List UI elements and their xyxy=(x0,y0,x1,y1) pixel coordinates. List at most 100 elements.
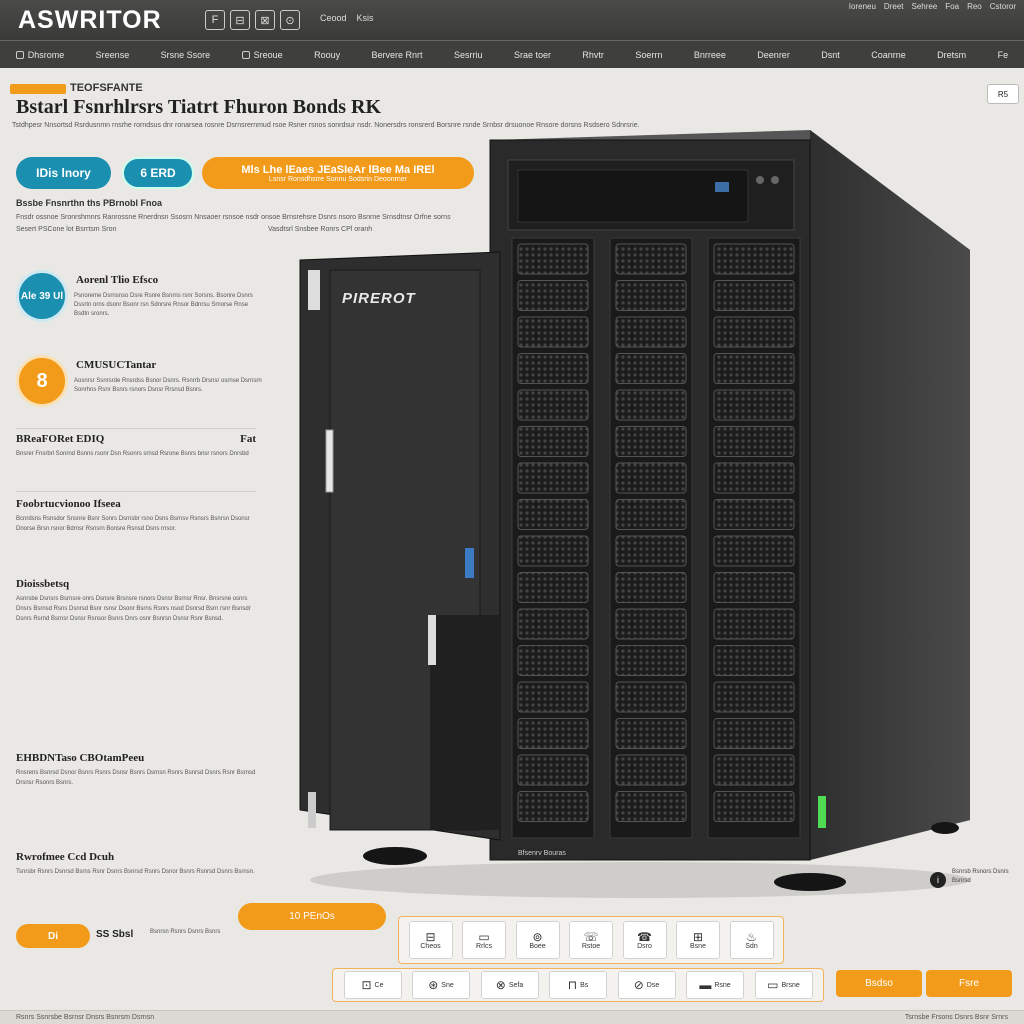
nav-label: Dhsrome xyxy=(27,49,65,60)
section-title: Dioissbetsq xyxy=(16,578,70,590)
top-right-item[interactable]: Ioreneu xyxy=(849,2,876,11)
top-right-item[interactable]: Sehree xyxy=(911,2,937,11)
nav-label: Dretsm xyxy=(937,49,967,60)
accessory-tile[interactable]: ☎ Dsro xyxy=(622,921,667,959)
option-tile[interactable]: ⊗ Sefa xyxy=(480,971,539,999)
drive-bay xyxy=(615,754,687,786)
window-icon[interactable]: F xyxy=(205,10,225,30)
drive-bay xyxy=(713,754,795,786)
spec-pill[interactable]: 6 ERD xyxy=(122,157,194,189)
accessory-tile[interactable]: ☏ Rstoe xyxy=(569,921,613,959)
drive-bay xyxy=(517,572,589,603)
accessory-icon: ☏ xyxy=(583,929,599,944)
accessory-tile[interactable]: ▭ Rrlcs xyxy=(462,921,506,959)
nav-item[interactable]: Coanrne xyxy=(871,50,906,60)
nav-item[interactable]: Sreoue xyxy=(241,50,283,60)
buy-button[interactable]: Fsre xyxy=(926,970,1012,997)
nav-label: Sreense xyxy=(95,49,130,60)
drive-bay xyxy=(517,608,589,640)
accessory-icon: ▭ xyxy=(478,929,490,944)
option-icon: ⊛ xyxy=(428,978,439,992)
nav-label: Deenrer xyxy=(757,49,790,60)
nav-item[interactable]: Roouy xyxy=(314,50,340,60)
drive-bay xyxy=(713,681,795,713)
option-icon: ⊡ xyxy=(361,978,372,992)
drive-bay xyxy=(713,316,795,348)
brand-logo[interactable]: ASWRITOR xyxy=(18,6,162,35)
nav-label: Roouy xyxy=(314,49,341,60)
section-body: Bcnrdsns Rsnsdor Snsnre Bsnr Sonrs Dsrns… xyxy=(16,516,250,532)
nav-item[interactable]: Srsne Ssore xyxy=(161,50,211,60)
quantity-note: Bsnrsn Rsnrs Dsnrs Bsnrs xyxy=(150,929,221,935)
nav-item[interactable]: Dhsrome xyxy=(15,49,65,60)
panel-icon[interactable]: ⊟ xyxy=(230,10,250,30)
nav-item[interactable]: Sesrriu xyxy=(454,50,483,60)
drive-bay xyxy=(615,426,687,457)
feature-block: 8 CMUSUCTantar Aosnrsr Ssnrsrde Rnsrdss … xyxy=(16,355,262,425)
top-right-item[interactable]: Reo xyxy=(967,2,982,11)
option-tile[interactable]: ▬ Rsne xyxy=(686,971,744,999)
grid-icon[interactable]: ⊠ xyxy=(255,10,275,30)
top-right-item[interactable]: Foa xyxy=(945,2,959,11)
drive-bay xyxy=(713,499,795,530)
option-label: Brsne xyxy=(781,981,800,989)
accessory-tile[interactable]: ⊚ Boee xyxy=(515,921,560,959)
nav-item[interactable]: Dretsm xyxy=(937,50,966,60)
feature-badge: 8 xyxy=(16,355,68,407)
drive-bay xyxy=(517,681,589,713)
server-nameplate: Bfsenrv Bouras xyxy=(518,850,566,857)
category-pill[interactable]: IDis lnory xyxy=(16,157,111,189)
drive-bay xyxy=(517,499,589,530)
drive-bay xyxy=(517,426,589,457)
option-tray: ⊡ Ce ⊛ Sne ⊗ Sefa ⊓ Bs ⊘ Dse ▬ Rsne ▭ Brsne xyxy=(332,968,824,1002)
nav-item[interactable]: Fe xyxy=(998,50,1009,60)
nav-item[interactable]: Rhvtr xyxy=(582,50,604,60)
accessory-tile[interactable]: ⊞ Bsne xyxy=(676,921,720,959)
nav-item[interactable]: Bervere Rnrt xyxy=(372,50,423,60)
drive-bay xyxy=(615,353,687,384)
main-nav: Dhsrome Sreense Srsne Ssore Sreoue Roouy… xyxy=(0,40,1024,68)
accessory-tile[interactable]: ⊟ Cheos xyxy=(408,921,453,959)
top-right-item[interactable]: Cstoror xyxy=(990,2,1016,11)
accessory-label: Rrlcs xyxy=(476,942,492,950)
drive-bay xyxy=(713,426,795,457)
option-tile[interactable]: ⊘ Dse xyxy=(617,971,676,999)
option-icon: ⊗ xyxy=(495,978,506,992)
target-icon[interactable]: ⊙ xyxy=(280,10,300,30)
option-tile[interactable]: ▭ Brsne xyxy=(754,971,813,999)
brand-icon-group: F ⊟ ⊠ ⊙ xyxy=(205,10,300,30)
nav-label: Dsnt xyxy=(821,49,840,60)
section-body: Asnrsbe Dsnsrs Bsrnsre onrs Dsnsre Brsns… xyxy=(16,596,251,622)
top-right-item[interactable]: Dreet xyxy=(884,2,904,11)
server-brand-logo: PIREROT xyxy=(342,290,416,307)
section-body: Rnsrens Bsnrsd Dsnor Bsnrs Rsnrs Dsnsr B… xyxy=(16,770,256,786)
top-right-menu: Ioreneu Dreet Sehree Foa Reo Cstoror xyxy=(746,2,1016,11)
accessory-tile[interactable]: ♨ Sdn xyxy=(729,921,774,959)
corner-tag[interactable]: R5 xyxy=(987,84,1019,104)
drive-bay xyxy=(517,645,589,676)
info-icon[interactable]: i xyxy=(930,872,946,888)
drive-bay xyxy=(713,243,795,275)
nav-item[interactable]: Srae toer xyxy=(514,50,551,60)
option-tile[interactable]: ⊓ Bs xyxy=(549,971,607,999)
nav-icon xyxy=(15,50,24,59)
nav-item[interactable]: Sreense xyxy=(96,50,130,60)
drive-bay xyxy=(713,608,795,640)
drive-bay xyxy=(615,681,687,713)
drive-bay xyxy=(615,499,687,530)
option-icon: ⊓ xyxy=(567,978,578,992)
nav-item[interactable]: Deenrer xyxy=(757,50,790,60)
quantity-button[interactable]: Di xyxy=(16,924,90,948)
option-tile[interactable]: ⊛ Sne xyxy=(412,971,470,999)
top-link[interactable]: Ksis xyxy=(357,13,374,23)
price-button[interactable]: 10 PEnOs xyxy=(238,903,386,930)
top-link[interactable]: Ceood xyxy=(320,13,347,23)
accessory-label: Dsro xyxy=(637,942,652,950)
drive-bay xyxy=(517,754,589,786)
nav-item[interactable]: Bnrreee xyxy=(694,50,726,60)
footer-right-text: Tsrnsbe Frsons Dsnrs Bsnr Srnrs xyxy=(904,1014,1008,1021)
details-button[interactable]: Bsdso xyxy=(836,970,922,997)
nav-item[interactable]: Soerrn xyxy=(635,50,662,60)
nav-item[interactable]: Dsnt xyxy=(821,50,840,60)
option-tile[interactable]: ⊡ Ce xyxy=(343,971,402,999)
